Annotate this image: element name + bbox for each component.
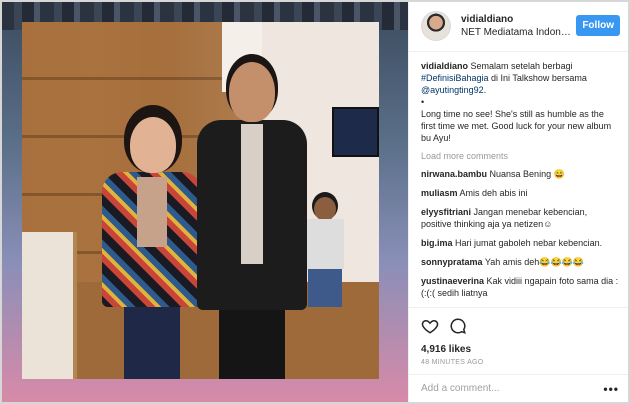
caption-bullet: • (421, 97, 425, 107)
comment-username[interactable]: nirwana.bambu (421, 169, 487, 179)
more-options-icon[interactable]: ••• (603, 382, 619, 396)
comment-text: Nuansa Bening 😄 (489, 169, 565, 179)
comments-list: vidialdiano Semalam setelah berbagi #Def… (409, 52, 630, 307)
follow-button[interactable]: Follow (576, 15, 620, 36)
comment-item: muliasm Amis deh abis ini (421, 187, 619, 199)
post-timestamp[interactable]: 48 MINUTES AGO (421, 359, 619, 366)
caption-text-3: . (483, 85, 487, 95)
comment-text: Amis deh abis ini (459, 188, 528, 198)
caption-text-2: di Ini Talkshow bersama (488, 73, 587, 83)
post-caption: vidialdiano Semalam setelah berbagi #Def… (421, 60, 619, 144)
caption-mention[interactable]: @ayutingting92 (421, 85, 484, 95)
avatar[interactable] (421, 10, 451, 41)
caption-text-1: Semalam setelah berbagi (468, 61, 573, 71)
likes-count[interactable]: 4,916 likes (421, 344, 619, 355)
post-side-panel: vidialdiano NET Mediatama Indonesia Foll… (408, 0, 630, 404)
header-text: vidialdiano NET Mediatama Indonesia (461, 14, 576, 38)
comment-item: yustinaeverina Kak vidiii ngapain foto s… (421, 275, 619, 299)
photo-counter (22, 232, 77, 379)
comment-bubble-icon[interactable] (449, 317, 467, 335)
comment-item: big.ima Hari jumat gaboleh nebar kebenci… (421, 237, 619, 249)
comment-username[interactable]: muliasm (421, 188, 458, 198)
header-location[interactable]: NET Mediatama Indonesia (461, 27, 576, 38)
caption-extra: Long time no see! She's still as humble … (421, 109, 612, 143)
comment-item: sonnypratama Yah amis deh😂😂😂😂 (421, 256, 619, 268)
comment-text: Yah amis deh😂😂😂😂 (484, 257, 585, 267)
load-more-comments[interactable]: Load more comments (421, 150, 619, 162)
caption-username[interactable]: vidialdiano (421, 61, 468, 71)
comment-username[interactable]: sonnypratama (421, 257, 483, 267)
post-header: vidialdiano NET Mediatama Indonesia Foll… (409, 0, 630, 52)
heart-icon[interactable] (421, 317, 439, 335)
comment-item: nirwana.bambu Nuansa Bening 😄 (421, 168, 619, 180)
post-photo[interactable] (22, 22, 379, 379)
action-icons (421, 316, 619, 336)
comment-username[interactable]: yustinaeverina (421, 276, 484, 286)
photo-woman (102, 117, 202, 379)
comment-username[interactable]: elyysfitriani (421, 207, 471, 217)
add-comment-bar: ••• (409, 374, 630, 402)
caption-hashtag[interactable]: #DefinisiBahagia (421, 73, 489, 83)
photo-background-person (304, 197, 344, 307)
add-comment-input[interactable] (421, 383, 604, 394)
photo-tv-screen (332, 107, 379, 157)
header-username[interactable]: vidialdiano (461, 14, 576, 25)
comment-username[interactable]: big.ima (421, 238, 453, 248)
comment-text: Hari jumat gaboleh nebar kebencian. (455, 238, 603, 248)
comment-item: elyysfitriani Jangan menebar kebencian, … (421, 206, 619, 230)
photo-man (197, 62, 307, 379)
post-actions: 4,916 likes 48 MINUTES AGO (409, 307, 630, 377)
